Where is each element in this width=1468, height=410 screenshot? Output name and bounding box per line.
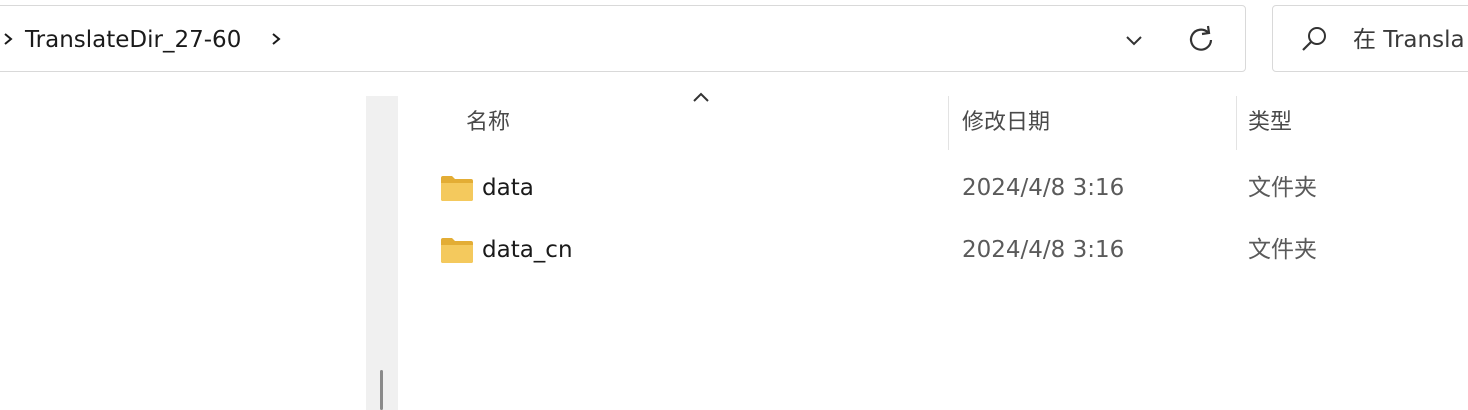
file-row-data[interactable]: data 2024/4/8 3:16 文件夹 (402, 160, 1468, 216)
address-bar[interactable]: TranslateDir_27-60 (0, 5, 1246, 72)
file-row-data-cn[interactable]: data_cn 2024/4/8 3:16 文件夹 (402, 222, 1468, 278)
column-header-date-modified[interactable]: 修改日期 (962, 108, 1050, 138)
column-divider[interactable] (948, 96, 949, 150)
explorer-toolbar: TranslateDir_27-60 在 Transla (0, 0, 1468, 80)
file-type: 文件夹 (1248, 237, 1317, 263)
file-type: 文件夹 (1248, 175, 1317, 201)
breadcrumb-folder[interactable]: TranslateDir_27-60 (25, 26, 241, 54)
chevron-down-icon[interactable] (1117, 24, 1151, 56)
navigation-pane[interactable] (0, 96, 366, 410)
folder-icon (441, 238, 473, 263)
navigation-scrollbar[interactable] (366, 96, 398, 410)
column-divider[interactable] (1236, 96, 1237, 150)
file-name[interactable]: data (482, 173, 534, 203)
file-name[interactable]: data_cn (482, 235, 573, 265)
column-header-type[interactable]: 类型 (1248, 108, 1292, 138)
sort-ascending-icon (693, 92, 709, 102)
file-date-modified: 2024/4/8 3:16 (962, 237, 1125, 263)
refresh-icon[interactable] (1183, 22, 1221, 58)
chevron-right-icon[interactable] (1, 24, 15, 54)
file-date-modified: 2024/4/8 3:16 (962, 175, 1125, 201)
folder-icon (441, 176, 473, 201)
column-header-name[interactable]: 名称 (466, 108, 510, 138)
search-box[interactable]: 在 Transla (1272, 5, 1468, 72)
chevron-right-icon[interactable] (269, 24, 283, 54)
search-icon (1302, 27, 1326, 51)
search-placeholder[interactable]: 在 Transla (1353, 26, 1465, 54)
column-header-row: 名称 修改日期 类型 (402, 92, 1468, 152)
scrollbar-thumb[interactable] (380, 370, 383, 410)
